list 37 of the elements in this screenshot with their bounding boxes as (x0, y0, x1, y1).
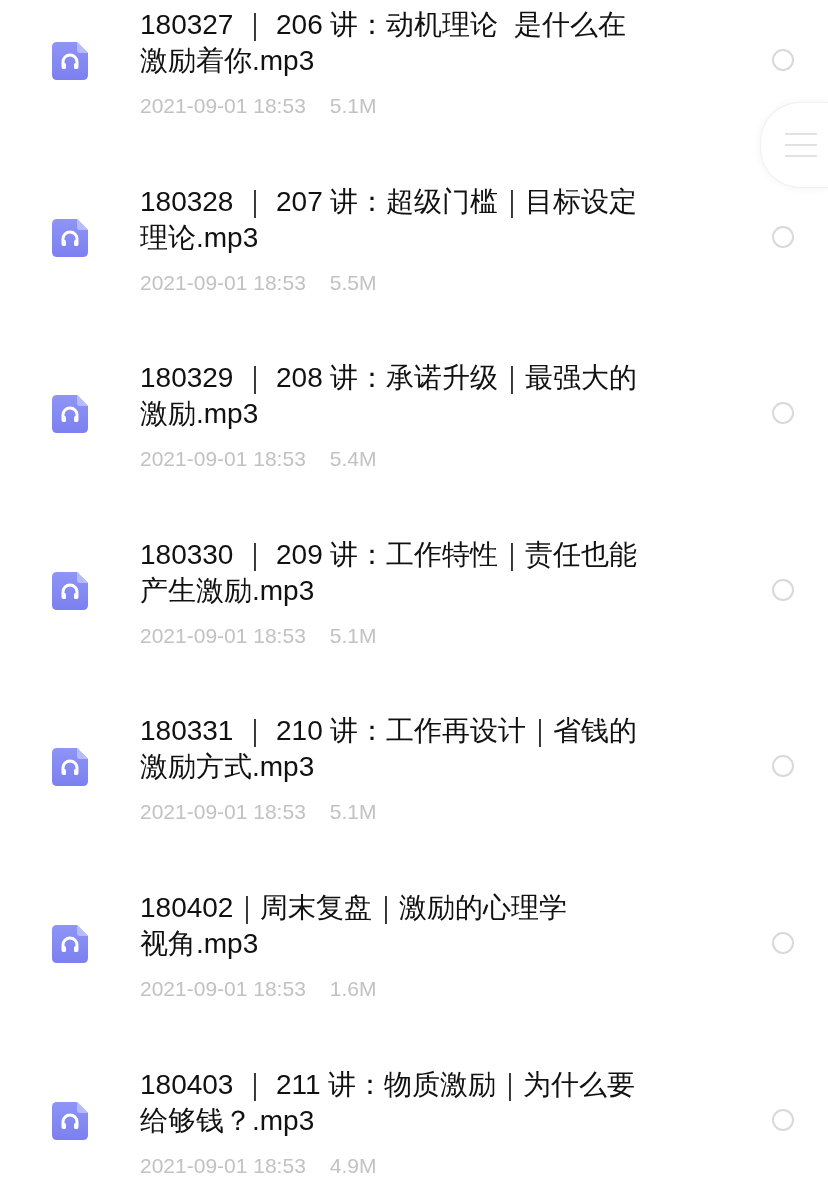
audio-file-icon (52, 748, 88, 787)
file-date: 2021-09-01 18:53 (140, 622, 306, 649)
file-name: 180331 ｜ 210 讲：工作再设计｜省钱的 激励方式.mp3 (140, 714, 638, 785)
radio-button[interactable] (772, 578, 794, 601)
menu-icon (783, 132, 819, 158)
audio-file-icon (52, 571, 88, 610)
file-date: 2021-09-01 18:53 (140, 799, 306, 826)
radio-button[interactable] (772, 931, 794, 954)
radio-button[interactable] (772, 49, 794, 71)
radio-button[interactable] (772, 225, 794, 248)
file-name: 180402｜周末复盘｜激励的心理学 视角.mp3 (140, 890, 568, 961)
audio-file-icon (52, 218, 88, 257)
file-size: 1.6M (329, 975, 377, 1002)
file-name: 180328 ｜ 207 讲：超级门槛｜目标设定 理论.mp3 (140, 184, 638, 255)
file-date: 2021-09-01 18:53 (140, 93, 306, 119)
radio-button[interactable] (772, 402, 794, 425)
audio-file-icon (52, 42, 88, 80)
file-size: 5.5M (329, 269, 377, 296)
file-date: 2021-09-01 18:53 (140, 975, 306, 1002)
floating-menu-button[interactable] (760, 102, 828, 188)
file-date: 2021-09-01 18:53 (140, 269, 306, 296)
audio-file-icon (52, 395, 88, 434)
file-size: 5.1M (329, 799, 377, 826)
radio-button[interactable] (772, 755, 794, 778)
audio-file-icon (52, 1101, 88, 1140)
file-name: 180403 ｜ 211 讲：物质激励｜为什么要 给够钱？.mp3 (140, 1067, 636, 1138)
file-name: 180330 ｜ 209 讲：工作特性｜责任也能 产生激励.mp3 (140, 537, 638, 608)
file-size: 5.1M (329, 622, 377, 649)
radio-button[interactable] (772, 1108, 794, 1131)
audio-file-icon (52, 924, 88, 963)
file-size: 5.4M (329, 446, 377, 473)
file-size: 5.1M (329, 93, 377, 119)
file-date: 2021-09-01 18:53 (140, 1152, 306, 1179)
file-name: 180327 ｜ 206 讲：动机理论 是什么在 激励着你.mp3 (140, 8, 627, 78)
file-date: 2021-09-01 18:53 (140, 446, 306, 473)
file-name: 180329 ｜ 208 讲：承诺升级｜最强大的 激励.mp3 (140, 361, 638, 432)
file-size: 4.9M (329, 1152, 377, 1179)
